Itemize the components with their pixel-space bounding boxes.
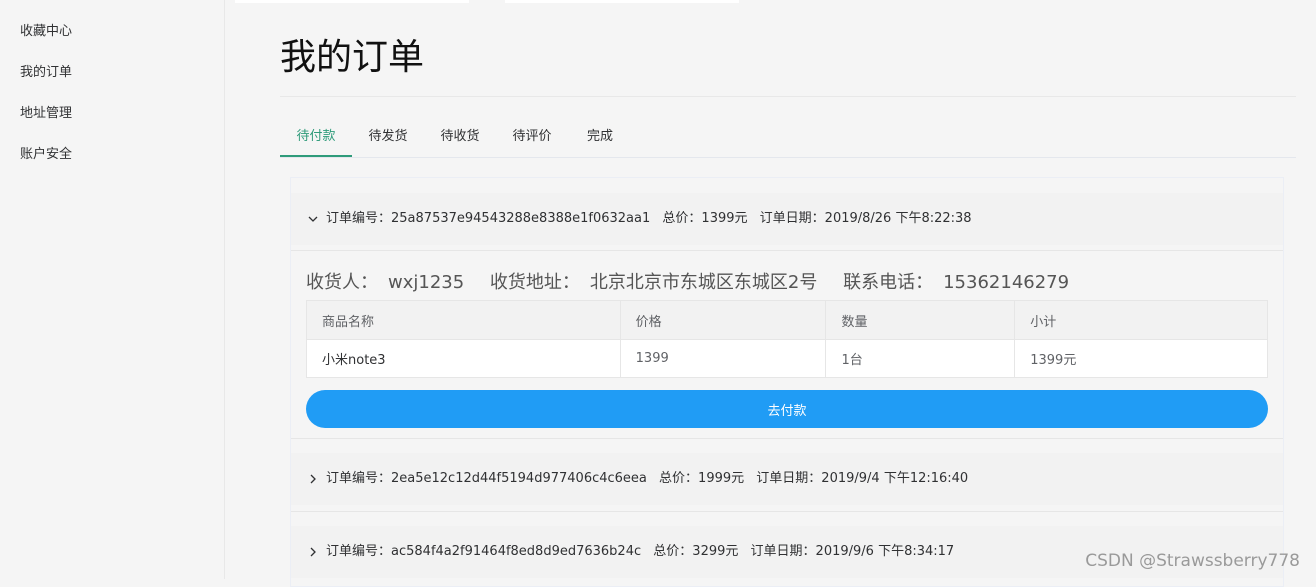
order-date-label: 订单日期：: [760, 211, 825, 226]
page-title: 我的订单: [280, 36, 424, 80]
order-number: 2ea5e12c12d44f5194d977406c4c6eea: [391, 471, 647, 486]
order-total: 3299元: [692, 544, 738, 559]
order-number: ac584f4a2f91464f8ed8d9ed7636b24c: [391, 544, 641, 559]
tab-completed[interactable]: 完成: [576, 118, 624, 157]
cell-product-name: 小米note3: [307, 340, 621, 378]
order-total-label: 总价：: [662, 211, 701, 226]
order-date: 2019/8/26 下午8:22:38: [825, 211, 972, 226]
active-tab-indicator: [280, 155, 352, 157]
order-total: 1399元: [701, 211, 747, 226]
order-meta: 订单编号：ac584f4a2f91464f8ed8d9ed7636b24c 总价…: [326, 526, 954, 578]
order-date: 2019/9/4 下午12:16:40: [821, 471, 968, 486]
receiver-info: 收货人： wxj1235 收货地址： 北京北京市东城区东城区2号 联系电话： 1536…: [306, 268, 1089, 294]
order-number: 25a87537e94543288e8388e1f0632aa1: [391, 211, 650, 226]
table-row: 小米note3 1399 1台 1399元: [307, 340, 1268, 378]
cell-subtotal: 1399元: [1015, 340, 1268, 378]
order-divider: [291, 511, 1283, 512]
order-total: 1999元: [698, 471, 744, 486]
receiver-name: wxj1235: [388, 272, 464, 293]
cell-quantity: 1台: [826, 340, 1015, 378]
order-meta: 订单编号：2ea5e12c12d44f5194d977406c4c6eea 总价…: [326, 453, 968, 505]
sidebar: 收藏中心 我的订单 地址管理 账户安全: [0, 0, 225, 579]
title-divider: [280, 96, 1296, 97]
pay-button[interactable]: 去付款: [306, 390, 1268, 428]
table-header-row: 商品名称 价格 数量 小计: [307, 301, 1268, 340]
order-header[interactable]: 订单编号：2ea5e12c12d44f5194d977406c4c6eea 总价…: [291, 453, 1283, 505]
order-number-label: 订单编号：: [326, 544, 391, 559]
column-header-price: 价格: [620, 301, 826, 340]
address-label: 收货地址：: [490, 272, 580, 293]
order-divider: [291, 438, 1283, 439]
order-date-label: 订单日期：: [756, 471, 821, 486]
cell-price: 1399: [620, 340, 826, 378]
top-field-right[interactable]: [505, 0, 739, 3]
tab-pending-shipment[interactable]: 待发货: [356, 118, 420, 157]
phone-label: 联系电话：: [843, 272, 933, 293]
phone-value: 15362146279: [943, 272, 1069, 293]
column-header-quantity: 数量: [826, 301, 1015, 340]
sidebar-item-account-security[interactable]: 账户安全: [20, 143, 72, 162]
order-date-label: 订单日期：: [751, 544, 816, 559]
column-header-product: 商品名称: [307, 301, 621, 340]
chevron-right-icon: [307, 526, 319, 578]
sidebar-item-my-orders[interactable]: 我的订单: [20, 61, 72, 80]
order-date: 2019/9/6 下午8:34:17: [816, 544, 955, 559]
sidebar-item-address[interactable]: 地址管理: [20, 102, 72, 121]
receiver-label: 收货人：: [306, 272, 378, 293]
order-items-table: 商品名称 价格 数量 小计 小米note3 1399 1台 1399元: [306, 300, 1268, 378]
order-divider: [291, 250, 1283, 251]
orders-collapse: 订单编号：25a87537e94543288e8388e1f0632aa1 总价…: [290, 177, 1284, 587]
order-total-label: 总价：: [653, 544, 692, 559]
order-meta: 订单编号：25a87537e94543288e8388e1f0632aa1 总价…: [326, 193, 972, 245]
chevron-right-icon: [307, 453, 319, 505]
watermark: CSDN @Strawssberry778: [1085, 551, 1300, 571]
order-header[interactable]: 订单编号：25a87537e94543288e8388e1f0632aa1 总价…: [291, 193, 1283, 245]
order-status-tabs: 待付款 待发货 待收货 待评价 完成: [280, 118, 1296, 158]
order-number-label: 订单编号：: [326, 211, 391, 226]
top-field-left[interactable]: [235, 0, 469, 3]
address-value: 北京北京市东城区东城区2号: [590, 272, 817, 293]
order-number-label: 订单编号：: [326, 471, 391, 486]
chevron-down-icon: [307, 193, 319, 245]
sidebar-item-favorites[interactable]: 收藏中心: [20, 20, 72, 39]
tab-pending-review[interactable]: 待评价: [500, 118, 564, 157]
tab-pending-payment[interactable]: 待付款: [280, 118, 352, 157]
tab-pending-receipt[interactable]: 待收货: [428, 118, 492, 157]
order-total-label: 总价：: [659, 471, 698, 486]
column-header-subtotal: 小计: [1015, 301, 1268, 340]
